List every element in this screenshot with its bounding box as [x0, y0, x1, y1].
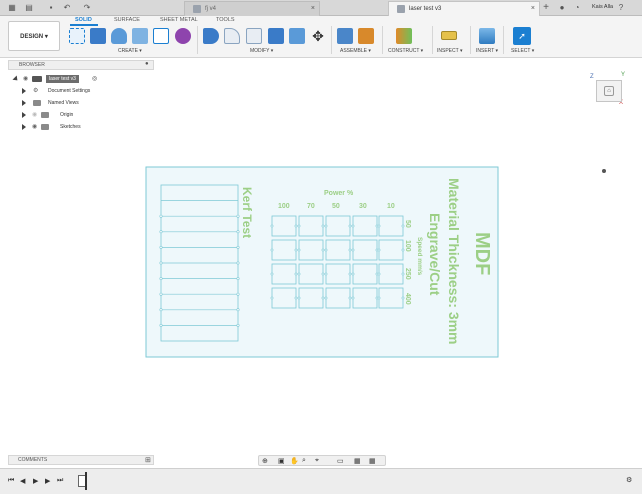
- material-thickness-line: Material Thickness: 3mm: [446, 178, 462, 345]
- kerf-node[interactable]: [159, 323, 163, 327]
- grid-node[interactable]: [321, 248, 325, 252]
- grid-node[interactable]: [324, 248, 328, 252]
- power-title: Power %: [324, 190, 354, 197]
- speed-title: Speed mm/s: [416, 237, 423, 276]
- grid-node[interactable]: [401, 296, 405, 300]
- grid-node[interactable]: [270, 224, 274, 228]
- grid-node[interactable]: [351, 296, 355, 300]
- grid-node[interactable]: [348, 272, 352, 276]
- speed-value: 100: [404, 240, 411, 252]
- grid-node[interactable]: [401, 248, 405, 252]
- grid-node[interactable]: [321, 224, 325, 228]
- grid-node[interactable]: [377, 224, 381, 228]
- kerf-node[interactable]: [236, 292, 240, 296]
- kerf-node[interactable]: [159, 261, 163, 265]
- grid-node[interactable]: [377, 248, 381, 252]
- power-value: 100: [278, 203, 290, 210]
- kerf-node[interactable]: [236, 261, 240, 265]
- grid-node[interactable]: [297, 296, 301, 300]
- go-to-end-icon[interactable]: ⏭: [57, 477, 63, 485]
- speed-value: 400: [404, 293, 411, 305]
- look-at-icon[interactable]: ▣: [278, 457, 285, 465]
- step-forward-icon[interactable]: ▶: [45, 477, 50, 485]
- kerf-test-title: Kerf Test: [240, 187, 254, 238]
- grid-node[interactable]: [401, 272, 405, 276]
- grid-node[interactable]: [401, 224, 405, 228]
- grid-node[interactable]: [351, 272, 355, 276]
- grid-node[interactable]: [321, 272, 325, 276]
- power-value: 70: [307, 203, 315, 210]
- grid-node[interactable]: [294, 296, 298, 300]
- power-value: 10: [387, 203, 395, 210]
- timeline-settings-gear-icon[interactable]: ⚙: [626, 476, 632, 484]
- grid-node[interactable]: [294, 272, 298, 276]
- grid-node[interactable]: [351, 248, 355, 252]
- kerf-node[interactable]: [159, 245, 163, 249]
- speed-value: 250: [404, 268, 411, 280]
- display-settings-icon[interactable]: ▭: [337, 457, 344, 465]
- kerf-node[interactable]: [236, 230, 240, 234]
- kerf-node[interactable]: [236, 214, 240, 218]
- comments-toggle-icon[interactable]: ⊞: [145, 456, 151, 464]
- kerf-node[interactable]: [236, 323, 240, 327]
- kerf-node[interactable]: [159, 308, 163, 312]
- navigation-toolbar: ⊕ ▣ ✋ ⌕ ⌖ ▭ ▦ ▦: [258, 455, 386, 466]
- zoom-icon[interactable]: ⌕: [302, 457, 306, 465]
- grid-node[interactable]: [348, 224, 352, 228]
- comments-panel-header[interactable]: COMMENTS ⊞: [8, 455, 154, 465]
- grid-node[interactable]: [348, 248, 352, 252]
- grid-node[interactable]: [297, 224, 301, 228]
- grid-node[interactable]: [294, 224, 298, 228]
- grid-node[interactable]: [270, 248, 274, 252]
- grid-node[interactable]: [324, 224, 328, 228]
- grid-node[interactable]: [297, 272, 301, 276]
- kerf-node[interactable]: [159, 292, 163, 296]
- timeline: ⏮ ◀ ▶ ▶ ⏭ ⚙: [0, 468, 642, 494]
- timeline-marker[interactable]: [85, 472, 87, 490]
- engrave-cut-line: Engrave/Cut: [427, 213, 443, 296]
- grid-node[interactable]: [377, 296, 381, 300]
- grid-node[interactable]: [270, 272, 274, 276]
- sheet-outline[interactable]: [145, 166, 499, 358]
- kerf-node[interactable]: [236, 277, 240, 281]
- pan-icon[interactable]: ✋: [290, 457, 299, 465]
- grid-node[interactable]: [270, 296, 274, 300]
- grid-node[interactable]: [294, 248, 298, 252]
- orbit-icon[interactable]: ⊕: [262, 457, 268, 465]
- material-title: MDF: [471, 232, 493, 275]
- speed-value: 50: [404, 220, 411, 228]
- comments-title: COMMENTS: [18, 457, 48, 463]
- kerf-node[interactable]: [159, 230, 163, 234]
- grid-node[interactable]: [321, 296, 325, 300]
- play-icon[interactable]: ▶: [33, 477, 38, 485]
- viewports-icon[interactable]: ▦: [369, 457, 376, 465]
- grid-node[interactable]: [324, 272, 328, 276]
- kerf-node[interactable]: [159, 277, 163, 281]
- step-back-icon[interactable]: ◀: [20, 477, 25, 485]
- kerf-node[interactable]: [159, 214, 163, 218]
- grid-node[interactable]: [348, 296, 352, 300]
- go-to-start-icon[interactable]: ⏮: [8, 477, 14, 485]
- grid-node[interactable]: [377, 272, 381, 276]
- kerf-node[interactable]: [236, 245, 240, 249]
- grid-settings-icon[interactable]: ▦: [354, 457, 361, 465]
- design-canvas[interactable]: Kerf Test Power % 100 70 50 30 10 50 100…: [0, 0, 642, 494]
- power-value: 50: [332, 203, 340, 210]
- fit-icon[interactable]: ⌖: [315, 457, 319, 465]
- kerf-node[interactable]: [236, 308, 240, 312]
- power-value: 30: [359, 203, 367, 210]
- grid-node[interactable]: [351, 224, 355, 228]
- grid-node[interactable]: [324, 296, 328, 300]
- grid-node[interactable]: [297, 248, 301, 252]
